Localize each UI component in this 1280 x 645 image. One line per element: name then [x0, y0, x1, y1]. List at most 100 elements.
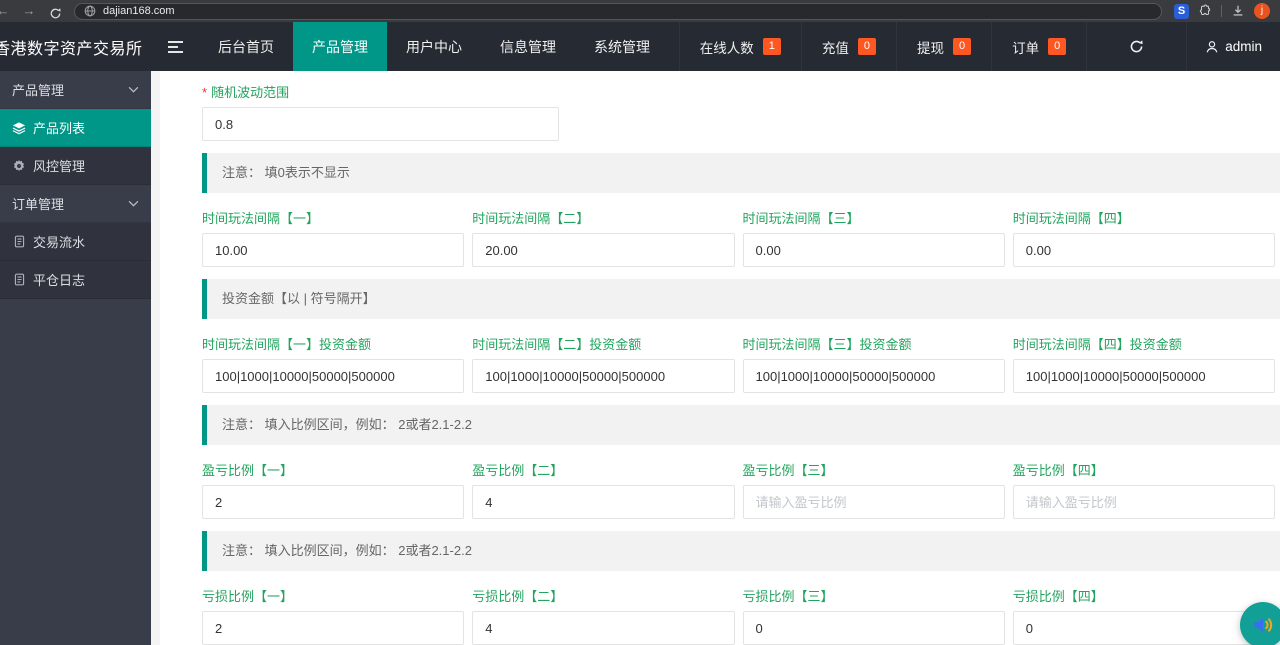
- deposits-badge: 0: [857, 38, 876, 55]
- field-label: 亏损比例【二】: [472, 589, 564, 604]
- sidebar-item-product-list[interactable]: 产品列表: [0, 109, 151, 147]
- s-extension-icon[interactable]: S: [1174, 3, 1189, 19]
- status-online-users[interactable]: 在线人数 1: [678, 22, 801, 71]
- sidebar-item-transaction-flow[interactable]: 交易流水: [0, 223, 151, 261]
- status-label: 订单: [1012, 40, 1040, 56]
- status-label: 提现: [916, 40, 944, 56]
- interval-3-input[interactable]: [742, 233, 1005, 267]
- online-users-badge: 1: [762, 38, 781, 55]
- address-bar[interactable]: dajian168.com: [74, 2, 1162, 20]
- refresh-icon: [1130, 40, 1143, 53]
- extensions-puzzle-icon[interactable]: [1198, 4, 1212, 18]
- chevron-down-icon: [128, 86, 139, 93]
- browser-back-icon[interactable]: ←: [0, 0, 14, 22]
- user-menu[interactable]: admin: [1186, 22, 1280, 71]
- sidebar-item-label: 风控管理: [33, 159, 86, 174]
- chevron-down-icon: [128, 200, 139, 207]
- invest-2-input[interactable]: [472, 359, 735, 393]
- field-invest-2: 时间玩法间隔【二】投资金额: [472, 319, 735, 393]
- field-label: 时间玩法间隔【三】投资金额: [742, 337, 912, 352]
- document-icon: [12, 273, 26, 287]
- loss-3-input[interactable]: [742, 611, 1005, 645]
- sidebar-item-label: 平仓日志: [33, 273, 86, 288]
- site-info-icon[interactable]: [84, 5, 96, 17]
- interval-1-input[interactable]: [202, 233, 465, 267]
- volatility-input[interactable]: [202, 107, 559, 141]
- required-mark: *: [202, 85, 208, 100]
- username: admin: [1225, 39, 1262, 54]
- browser-forward-icon[interactable]: →: [18, 0, 40, 22]
- app-header: 香港数字资产交易所 后台首页 产品管理 用户中心 信息管理 系统管理 在线人数 …: [0, 22, 1280, 71]
- tab-product-management[interactable]: 产品管理: [293, 22, 387, 71]
- field-label: 时间玩法间隔【一】: [202, 211, 320, 226]
- tab-system-management[interactable]: 系统管理: [575, 22, 669, 71]
- sidebar-item-label: 交易流水: [33, 235, 86, 250]
- sidebar-item-close-position-log[interactable]: 平仓日志: [0, 261, 151, 299]
- profit-1-input[interactable]: [202, 485, 465, 519]
- field-label: 盈亏比例【一】: [202, 463, 294, 478]
- field-interval-4: 时间玩法间隔【四】: [1012, 193, 1275, 267]
- loss-4-input[interactable]: [1012, 611, 1275, 645]
- field-loss-3: 亏损比例【三】: [742, 571, 1005, 645]
- status-deposits[interactable]: 充值 0: [800, 22, 896, 71]
- sidebar-group-product-management[interactable]: 产品管理: [0, 71, 151, 109]
- url-text: dajian168.com: [103, 4, 175, 17]
- field-label: 盈亏比例【二】: [472, 463, 564, 478]
- field-label: 时间玩法间隔【四】: [1012, 211, 1130, 226]
- user-icon: [1206, 40, 1218, 52]
- invest-4-input[interactable]: [1012, 359, 1275, 393]
- field-label: 亏损比例【一】: [202, 589, 294, 604]
- field-interval-3: 时间玩法间隔【三】: [742, 193, 1005, 267]
- field-invest-3: 时间玩法间隔【三】投资金额: [742, 319, 1005, 393]
- field-profit-2: 盈亏比例【二】: [472, 445, 735, 519]
- field-label: 时间玩法间隔【一】投资金额: [202, 337, 372, 352]
- field-label: 时间玩法间隔【二】: [472, 211, 590, 226]
- hamburger-icon: [167, 40, 183, 53]
- sidebar-group-order-management[interactable]: 订单管理: [0, 185, 151, 223]
- sidebar-group-label: 订单管理: [12, 197, 65, 212]
- site-logo: 香港数字资产交易所: [0, 22, 151, 71]
- browser-reload-icon[interactable]: [44, 3, 66, 20]
- sidebar: 产品管理 产品列表 风控管理 订单管理 交易流水 平仓日志: [0, 71, 151, 645]
- orders-badge: 0: [1048, 38, 1067, 55]
- sidebar-toggle-button[interactable]: [151, 22, 199, 71]
- field-label: 盈亏比例【四】: [1012, 463, 1104, 478]
- field-label: 时间玩法间隔【三】: [742, 211, 860, 226]
- tab-info-management[interactable]: 信息管理: [481, 22, 575, 71]
- field-profit-4: 盈亏比例【四】: [1012, 445, 1275, 519]
- tab-user-center[interactable]: 用户中心: [387, 22, 481, 71]
- refresh-button[interactable]: [1086, 22, 1186, 71]
- speaker-icon: [1254, 617, 1273, 633]
- download-icon[interactable]: [1231, 4, 1245, 18]
- note-display-rule: 注意： 填0表示不显示: [202, 153, 1280, 193]
- browser-toolbar: ← → dajian168.com S j: [0, 0, 1280, 22]
- interval-4-input[interactable]: [1012, 233, 1275, 267]
- layers-icon: [12, 121, 26, 135]
- sound-fab-button[interactable]: [1240, 602, 1280, 645]
- loss-1-input[interactable]: [202, 611, 465, 645]
- field-loss-4: 亏损比例【四】: [1012, 571, 1275, 645]
- status-label: 在线人数: [699, 40, 754, 56]
- interval-2-input[interactable]: [472, 233, 735, 267]
- field-profit-1: 盈亏比例【一】: [202, 445, 465, 519]
- main-content: *随机波动范围 注意： 填0表示不显示 时间玩法间隔【一】 时间玩法间隔【二】 …: [151, 71, 1280, 645]
- site-logo-text: 香港数字资产交易所: [0, 40, 143, 58]
- loss-2-input[interactable]: [472, 611, 735, 645]
- field-label-volatility: * 随机波动范围: [202, 85, 290, 100]
- invest-3-input[interactable]: [742, 359, 1005, 393]
- status-orders[interactable]: 订单 0: [991, 22, 1086, 71]
- gear-icon: [12, 159, 26, 173]
- invest-1-input[interactable]: [202, 359, 465, 393]
- note-loss-ratio: 注意： 填入比例区间，例如： 2或者2.1-2.2: [202, 531, 1280, 571]
- profit-2-input[interactable]: [472, 485, 735, 519]
- status-withdrawals[interactable]: 提现 0: [895, 22, 991, 71]
- sidebar-item-risk-management[interactable]: 风控管理: [0, 147, 151, 185]
- profit-4-input[interactable]: [1012, 485, 1275, 519]
- sidebar-item-label: 产品列表: [33, 121, 86, 136]
- document-icon: [12, 235, 26, 249]
- browser-profile-avatar[interactable]: j: [1254, 3, 1270, 19]
- profit-3-input[interactable]: [742, 485, 1005, 519]
- tab-dashboard[interactable]: 后台首页: [199, 22, 293, 71]
- field-profit-3: 盈亏比例【三】: [742, 445, 1005, 519]
- field-loss-1: 亏损比例【一】: [202, 571, 465, 645]
